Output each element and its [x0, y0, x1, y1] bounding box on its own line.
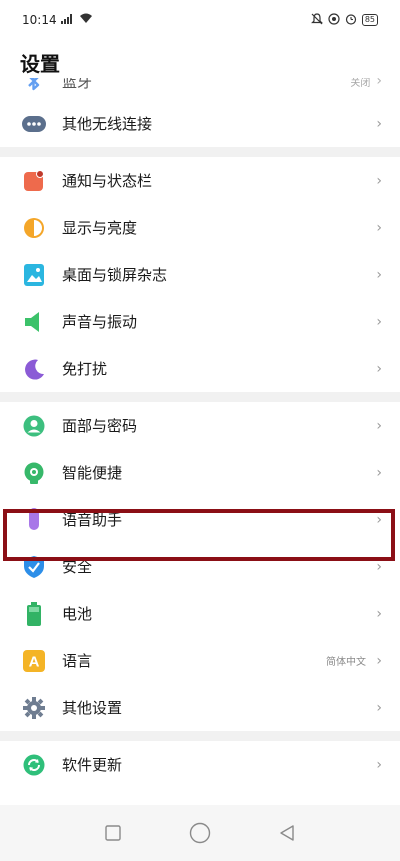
sound-icon: [22, 310, 46, 334]
chevron-right-icon: ›: [376, 756, 382, 773]
signal-icon: [60, 13, 75, 27]
settings-row-notifications[interactable]: 通知与状态栏 ›: [0, 157, 400, 204]
chevron-right-icon: ›: [376, 313, 382, 330]
alarm-icon: [345, 13, 357, 28]
chevron-right-icon: ›: [376, 266, 382, 283]
chevron-right-icon: ›: [376, 558, 382, 575]
chevron-right-icon: ›: [376, 605, 382, 622]
settings-row-other-wireless[interactable]: 其他无线连接 ›: [0, 100, 400, 147]
chevron-right-icon: ›: [376, 172, 382, 189]
bluetooth-icon: [22, 78, 46, 93]
software-update-label: 软件更新: [62, 756, 123, 774]
section-divider: [0, 392, 400, 402]
chevron-right-icon: ›: [376, 464, 382, 481]
security-label: 安全: [62, 558, 93, 576]
back-triangle-icon: [279, 825, 294, 841]
sound-label: 声音与振动: [62, 313, 138, 331]
chevron-right-icon: ›: [376, 78, 382, 89]
settings-row-face-password[interactable]: 面部与密码 ›: [0, 402, 400, 449]
settings-row-voice-assistant[interactable]: 语音助手 ›: [0, 496, 400, 543]
bluetooth-value: 关闭: [350, 78, 371, 89]
settings-row-language[interactable]: A 语言 简体中文 ›: [0, 637, 400, 684]
bluetooth-label: 蓝牙: [62, 78, 93, 91]
shield-icon: [22, 555, 46, 579]
more-wireless-icon: [22, 112, 46, 136]
recent-apps-button[interactable]: [100, 820, 126, 846]
settings-row-smart-convenience[interactable]: 智能便捷 ›: [0, 449, 400, 496]
back-button[interactable]: [274, 820, 300, 846]
microphone-icon: [22, 507, 46, 532]
settings-row-sound[interactable]: 声音与振动 ›: [0, 298, 400, 345]
notification-icon: [22, 169, 46, 193]
voice-assistant-label: 语音助手: [62, 511, 123, 529]
status-left: 10:14: [22, 13, 93, 27]
chevron-right-icon: ›: [376, 360, 382, 377]
settings-row-dnd[interactable]: 免打扰 ›: [0, 345, 400, 392]
display-label: 显示与亮度: [62, 219, 138, 237]
chevron-right-icon: ›: [376, 699, 382, 716]
status-bar: 10:14 85: [0, 0, 400, 40]
status-time: 10:14: [22, 13, 57, 27]
gear-icon: [22, 696, 46, 720]
language-value: 简体中文: [326, 657, 366, 668]
chevron-right-icon: ›: [376, 511, 382, 528]
display-brightness-icon: [22, 216, 46, 240]
battery-icon: [22, 601, 46, 626]
chevron-right-icon: ›: [376, 652, 382, 669]
chevron-right-icon: ›: [376, 417, 382, 434]
section-divider: [0, 731, 400, 741]
nfc-icon: [328, 12, 340, 28]
square-icon: [105, 825, 122, 841]
home-button[interactable]: [187, 820, 213, 846]
settings-list: 蓝牙 关闭 › 其他无线连接 › 通知与状态栏 › 显示与亮度 › 桌面与锁屏杂…: [0, 78, 400, 788]
wallpaper-label: 桌面与锁屏杂志: [62, 266, 168, 284]
dnd-label: 免打扰: [62, 360, 108, 378]
settings-row-display[interactable]: 显示与亮度 ›: [0, 204, 400, 251]
face-icon: [22, 414, 46, 438]
settings-row-other-settings[interactable]: 其他设置 ›: [0, 684, 400, 731]
page-title: 设置: [20, 52, 60, 76]
other-wireless-label: 其他无线连接: [62, 115, 153, 133]
settings-row-security[interactable]: 安全 ›: [0, 543, 400, 590]
chevron-right-icon: ›: [376, 219, 382, 236]
face-password-label: 面部与密码: [62, 417, 138, 435]
battery-label: 电池: [62, 605, 93, 623]
silent-bell-icon: [310, 12, 323, 28]
settings-row-wallpaper[interactable]: 桌面与锁屏杂志 ›: [0, 251, 400, 298]
language-icon: A: [22, 649, 46, 673]
settings-row-bluetooth[interactable]: 蓝牙 关闭 ›: [0, 78, 400, 100]
language-label: 语言: [62, 652, 93, 670]
wifi-icon: [79, 13, 93, 27]
settings-row-software-update[interactable]: 软件更新 ›: [0, 741, 400, 788]
smart-convenience-label: 智能便捷: [62, 464, 123, 482]
other-settings-label: 其他设置: [62, 699, 123, 717]
status-right: 85: [310, 12, 378, 28]
notifications-label: 通知与状态栏: [62, 172, 153, 190]
navigation-bar: [0, 805, 400, 861]
update-icon: [22, 753, 46, 777]
section-divider: [0, 147, 400, 157]
circle-icon: [189, 822, 211, 844]
wallpaper-icon: [22, 263, 46, 287]
moon-icon: [22, 357, 46, 381]
chevron-right-icon: ›: [376, 115, 382, 132]
battery-indicator: 85: [361, 14, 378, 26]
smart-icon: [22, 461, 46, 485]
language-icon-letter: A: [29, 653, 40, 670]
settings-row-battery[interactable]: 电池 ›: [0, 590, 400, 637]
